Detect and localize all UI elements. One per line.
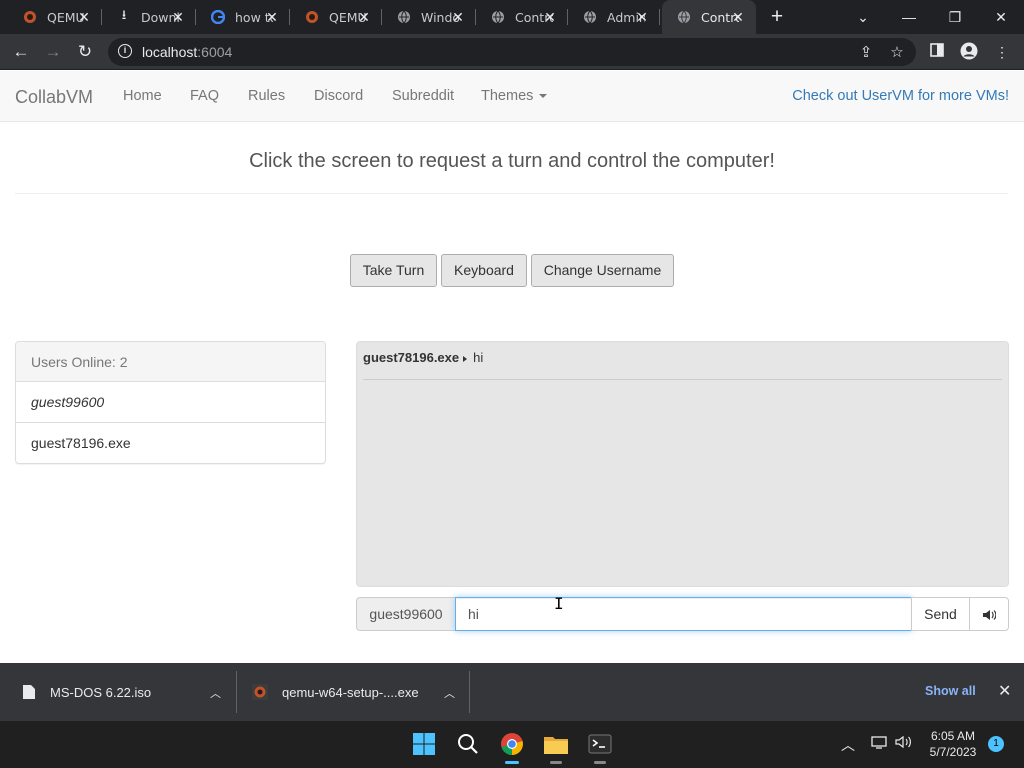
- file-icon: [23, 685, 35, 699]
- chevron-up-icon[interactable]: ︿: [210, 685, 222, 700]
- close-tab-icon[interactable]: ✕: [450, 9, 466, 25]
- close-tab-icon[interactable]: ✕: [356, 9, 372, 25]
- network-icon[interactable]: [871, 735, 887, 752]
- chat-log[interactable]: guest78196.exe hi: [356, 341, 1009, 587]
- chrome-icon[interactable]: [497, 729, 527, 764]
- globe-icon: [396, 9, 412, 25]
- download-item[interactable]: qemu-w64-setup-....exe ︿: [252, 663, 470, 721]
- bookmark-star-icon[interactable]: ☆: [888, 43, 906, 61]
- site-info-icon[interactable]: i: [118, 44, 132, 58]
- site-navbar: CollabVM Home FAQ Rules Discord Subreddi…: [0, 71, 1024, 122]
- users-online-header: Users Online: 2: [16, 342, 325, 382]
- browser-tab[interactable]: QEMU ✕: [290, 0, 382, 34]
- forward-icon[interactable]: →: [40, 39, 66, 65]
- chat-message-text: hi: [473, 350, 484, 365]
- nav-home[interactable]: Home: [123, 88, 162, 104]
- globe-icon: [490, 9, 506, 25]
- download-item[interactable]: MS-DOS 6.22.iso ︿: [22, 663, 236, 721]
- taskbar-clock[interactable]: 6:05 AM 5/7/2023: [920, 728, 986, 760]
- clock-time: 6:05 AM: [930, 729, 976, 743]
- keyboard-button[interactable]: Keyboard: [441, 254, 527, 287]
- share-icon[interactable]: ⇪: [857, 43, 875, 61]
- globe-icon: [582, 9, 598, 25]
- url-text: localhost:6004: [142, 44, 233, 60]
- chevron-up-icon[interactable]: ︿: [841, 735, 855, 755]
- globe-icon: [676, 9, 692, 25]
- browser-tab[interactable]: Windows ✕: [382, 0, 476, 34]
- profile-icon[interactable]: [959, 42, 979, 62]
- browser-tab-active[interactable]: Control ✕: [662, 0, 756, 34]
- chat-message: guest78196.exe hi: [363, 350, 1002, 380]
- download-filename: MS-DOS 6.22.iso: [50, 684, 152, 700]
- back-icon[interactable]: ←: [8, 39, 34, 65]
- chat-input[interactable]: [455, 597, 912, 631]
- site-brand[interactable]: CollabVM: [15, 87, 93, 108]
- show-all-downloads-link[interactable]: Show all: [925, 684, 976, 698]
- browser-toolbar: ← → ↻ i localhost:6004 ⇪ ☆ ⋮: [0, 34, 1024, 70]
- take-turn-button[interactable]: Take Turn: [350, 254, 437, 287]
- browser-tab[interactable]: ⭳ Downloads ✕: [102, 0, 196, 34]
- search-icon[interactable]: [453, 729, 483, 759]
- windows-start-icon[interactable]: [409, 729, 439, 759]
- divider: [15, 193, 1008, 194]
- nav-rules[interactable]: Rules: [248, 88, 285, 104]
- arrow-right-icon: [463, 355, 468, 362]
- notification-badge[interactable]: 1: [988, 736, 1004, 752]
- close-tab-icon[interactable]: ✕: [634, 9, 650, 25]
- nav-themes-dropdown[interactable]: Themes: [481, 88, 548, 104]
- clock-date: 5/7/2023: [929, 745, 977, 759]
- nav-faq[interactable]: FAQ: [190, 88, 219, 104]
- nav-discord[interactable]: Discord: [314, 88, 363, 104]
- download-icon: ⭳: [121, 7, 127, 22]
- close-window-button[interactable]: ✕: [978, 0, 1024, 34]
- browser-tab-strip: QEMU ✕ ⭳ Downloads ✕ how to ✕ QEMU ✕ Win…: [0, 0, 1024, 34]
- nav-subreddit[interactable]: Subreddit: [392, 88, 454, 104]
- qemu-icon: [252, 684, 268, 700]
- close-tab-icon[interactable]: ✕: [730, 9, 746, 25]
- address-bar[interactable]: i localhost:6004 ⇪ ☆: [108, 38, 916, 66]
- side-panel-icon[interactable]: [927, 42, 947, 62]
- user-list-item-self[interactable]: guest99600: [16, 382, 325, 423]
- file-explorer-icon[interactable]: [541, 729, 571, 764]
- close-shelf-icon[interactable]: ✕: [998, 681, 1011, 701]
- reload-icon[interactable]: ↻: [72, 39, 98, 65]
- close-tab-icon[interactable]: ✕: [76, 9, 92, 25]
- browser-tab[interactable]: Admin ✕: [568, 0, 660, 34]
- user-list-item[interactable]: guest78196.exe: [16, 423, 325, 464]
- minimize-button[interactable]: —: [886, 0, 932, 34]
- close-tab-icon[interactable]: ✕: [542, 9, 558, 25]
- close-tab-icon[interactable]: ✕: [264, 9, 280, 25]
- restore-button[interactable]: ❐: [932, 0, 978, 34]
- browser-tab[interactable]: how to ✕: [196, 0, 290, 34]
- volume-icon[interactable]: [895, 735, 913, 752]
- send-button[interactable]: Send: [911, 597, 970, 631]
- close-tab-icon[interactable]: ✕: [170, 9, 186, 25]
- download-shelf: MS-DOS 6.22.iso ︿ qemu-w64-setup-....exe…: [0, 663, 1024, 721]
- volume-icon[interactable]: [969, 597, 1009, 631]
- new-tab-button[interactable]: +: [766, 6, 788, 29]
- uservm-link[interactable]: Check out UserVM for more VMs!: [792, 88, 1009, 104]
- qemu-icon: [22, 9, 38, 25]
- tab-search-icon[interactable]: ⌄: [840, 0, 886, 34]
- turn-instructions: Click the screen to request a turn and c…: [249, 150, 775, 172]
- text-cursor-icon: I: [554, 594, 564, 613]
- windows-taskbar: ︿ 6:05 AM 5/7/2023: [0, 721, 1024, 768]
- caret-down-icon: [539, 94, 548, 99]
- chat-input-group: guest99600 Send: [356, 597, 1009, 631]
- change-username-button[interactable]: Change Username: [531, 254, 674, 287]
- google-icon: [210, 9, 226, 25]
- chevron-up-icon[interactable]: ︿: [444, 685, 456, 700]
- users-online-panel: Users Online: 2 guest99600 guest78196.ex…: [15, 341, 326, 464]
- terminal-icon[interactable]: [585, 729, 615, 764]
- browser-tab[interactable]: QEMU ✕: [8, 0, 102, 34]
- menu-kebab-icon[interactable]: ⋮: [992, 42, 1012, 62]
- browser-tab[interactable]: Control ✕: [476, 0, 568, 34]
- download-filename: qemu-w64-setup-....exe: [282, 684, 419, 700]
- chat-message-user: guest78196.exe: [363, 350, 460, 365]
- qemu-icon: [304, 9, 320, 25]
- chat-username-label: guest99600: [356, 597, 456, 631]
